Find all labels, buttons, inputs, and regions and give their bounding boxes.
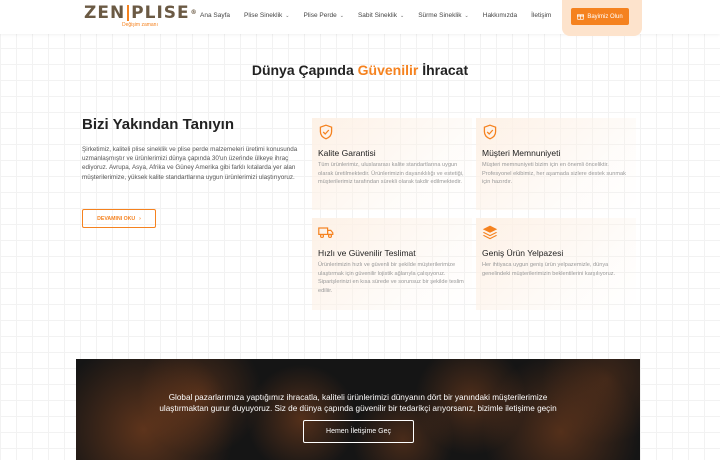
nav-label: İletişim <box>531 12 552 19</box>
nav-label: Hakkımızda <box>482 12 518 19</box>
feature-card-quality: Kalite Garantisi Tüm ürünlerimiz, ulusla… <box>312 118 472 210</box>
read-more-label: DEVAMINI OKU <box>97 215 136 222</box>
nav-label: Sürme Sineklik <box>418 12 462 19</box>
chevron-down-icon: ⌄ <box>285 12 290 19</box>
dealer-button-label: Bayimiz Olun <box>587 13 623 20</box>
logo-left: ZEN <box>84 3 126 23</box>
nav-item-iletisim[interactable]: İletişim <box>531 12 551 19</box>
layers-icon <box>482 225 498 240</box>
nav-item-plise-sineklik[interactable]: Plise Sineklik ⌄ <box>244 12 290 19</box>
feature-text: Ürünlerimizin hızlı ve güvenli bir şekil… <box>318 262 464 294</box>
feature-text: Müşteri memnuniyeti bizim için en önemli… <box>482 162 626 186</box>
nav-item-ana-sayfa[interactable]: Ana Sayfa <box>200 12 230 19</box>
section-title: Dünya Çapında Güvenilir İhracat <box>0 62 720 78</box>
nav-label: Sabit Sineklik <box>357 12 397 19</box>
banner-line-2: ulaştırmaktan gurur duyuyoruz. Siz de dü… <box>159 403 557 413</box>
feature-text: Her ihtiyaca uygun geniş ürün yelpazemiz… <box>482 262 616 277</box>
feature-title: Hızlı ve Güvenilir Teslimat <box>318 248 416 258</box>
contact-now-button[interactable]: Hemen İletişime Geç <box>303 420 414 443</box>
logo-wordmark: ZEN PLISE ® <box>84 4 198 22</box>
feature-text: Tüm ürünlerimiz, uluslararası kalite sta… <box>318 162 464 186</box>
site-header: ZEN PLISE ® Değişim zamanı Ana Sayfa Pli… <box>0 0 720 36</box>
chevron-down-icon: ⌄ <box>464 12 469 19</box>
about-text: Şirketimiz, kaliteli plise sineklik ve p… <box>82 146 298 181</box>
shield-check-icon <box>319 124 333 140</box>
feature-card-range: Geniş Ürün Yelpazesi Her ihtiyaca uygun … <box>476 218 636 310</box>
chevron-down-icon: ⌄ <box>399 12 405 19</box>
logo[interactable]: ZEN PLISE ® Değişim zamanı <box>84 4 198 32</box>
shield-check-icon <box>483 124 497 140</box>
logo-tagline: Değişim zamanı <box>122 22 158 28</box>
banner-line-1: Global pazarlarımıza yaptığımız ihracatl… <box>168 393 548 402</box>
nav-label: Plise Sineklik <box>244 12 283 19</box>
feature-title: Müşteri Memnuniyeti <box>482 148 561 158</box>
gift-icon <box>577 14 585 20</box>
about-title: Bizi Yakından Tanıyın <box>82 116 234 133</box>
nav-item-surme-sineklik[interactable]: Sürme Sineklik ⌄ <box>418 12 469 19</box>
section-title-after: İhracat <box>418 62 469 78</box>
logo-right: PLISE <box>131 3 190 23</box>
cta-container: Bayimiz Olun <box>562 0 642 36</box>
truck-icon <box>318 227 334 239</box>
export-banner: Global pazarlarımıza yaptığımız ihracatl… <box>76 359 640 460</box>
nav-item-hakkimizda[interactable]: Hakkımızda <box>483 12 517 19</box>
registered-icon: ® <box>190 9 198 16</box>
chevron-right-icon: › <box>139 215 141 222</box>
feature-card-satisfaction: Müşteri Memnuniyeti Müşteri memnuniyeti … <box>476 118 636 210</box>
nav-label: Ana Sayfa <box>200 12 230 19</box>
feature-title: Kalite Garantisi <box>318 148 376 158</box>
feature-title: Geniş Ürün Yelpazesi <box>482 248 564 258</box>
chevron-down-icon: ⌄ <box>339 12 344 19</box>
main-nav: Ana Sayfa Plise Sineklik ⌄ Plise Perde ⌄… <box>200 12 565 19</box>
banner-text: Global pazarlarımıza yaptığımız ihracatl… <box>76 393 640 414</box>
dealer-button[interactable]: Bayimiz Olun <box>571 8 629 25</box>
section-title-accent: Güvenilir <box>357 62 419 78</box>
nav-label: Plise Perde <box>303 12 337 19</box>
feature-card-delivery: Hızlı ve Güvenilir Teslimat Ürünlerimizi… <box>312 218 472 310</box>
read-more-button[interactable]: DEVAMINI OKU › <box>82 209 156 228</box>
section-title-before: Dünya Çapında <box>251 62 358 78</box>
nav-item-sabit-sineklik[interactable]: Sabit Sineklik ⌄ <box>358 12 404 19</box>
nav-item-plise-perde[interactable]: Plise Perde ⌄ <box>304 12 344 19</box>
logo-divider <box>127 5 130 21</box>
